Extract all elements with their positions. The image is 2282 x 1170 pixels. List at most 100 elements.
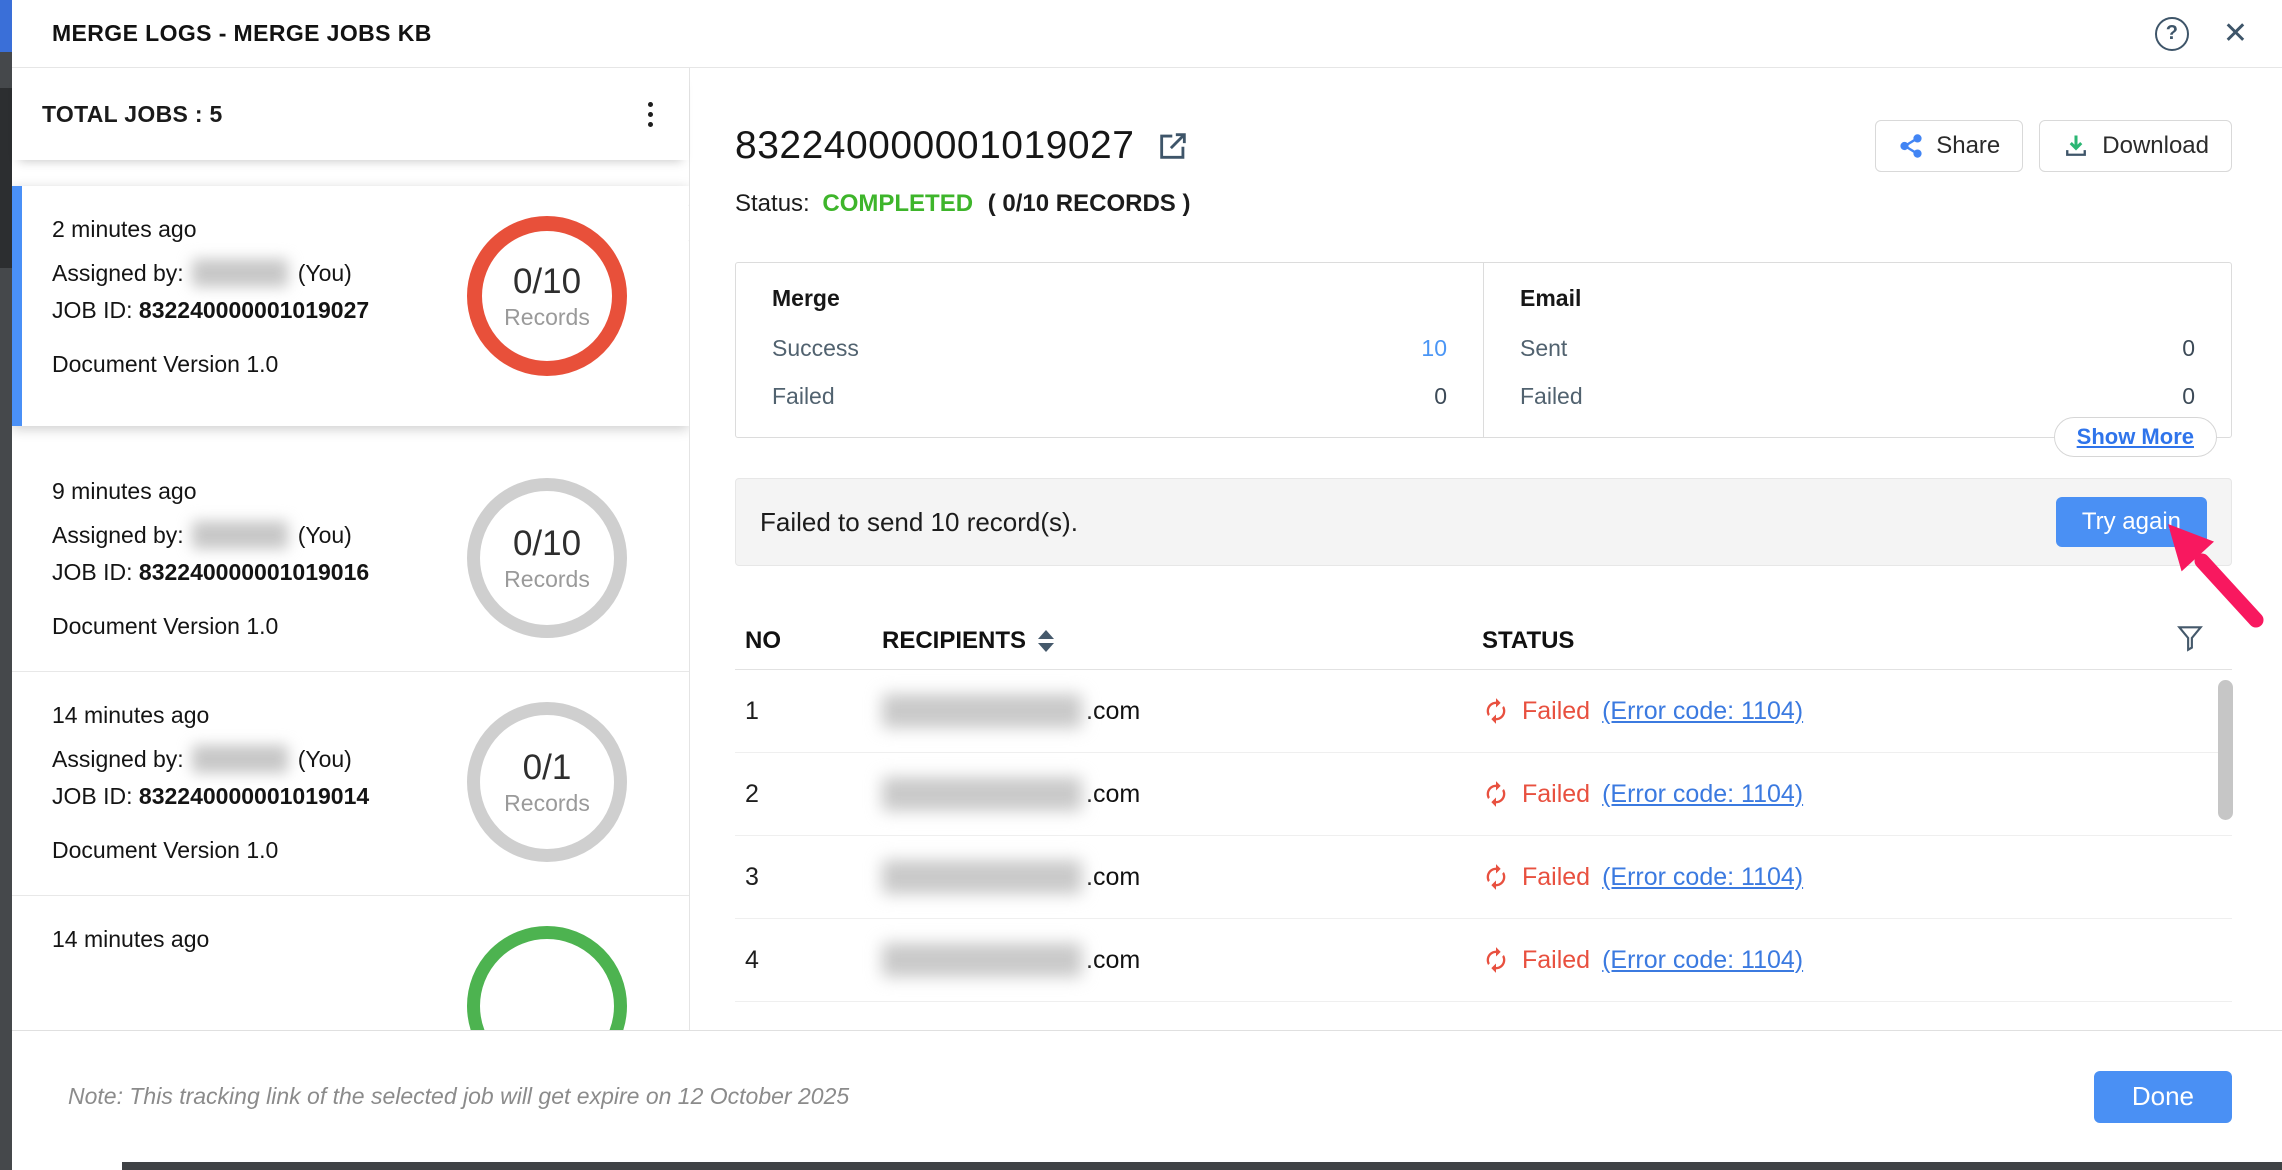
- error-code-link[interactable]: (Error code: 1104): [1602, 697, 1803, 726]
- table-row: 3 .com Failed (Error code: 1104): [735, 836, 2232, 919]
- job-assigned-line: Assigned by:(You): [52, 517, 439, 554]
- document-version: Document Version 1.0: [52, 351, 439, 378]
- row-status: Failed (Error code: 1104): [1482, 863, 2232, 892]
- retry-refresh-icon[interactable]: [1482, 697, 1510, 725]
- job-card[interactable]: 14 minutes ago Assigned by:(You) JOB ID:…: [12, 672, 689, 896]
- job-id-value: 832240000001019016: [139, 559, 369, 585]
- table-row: 2 .com Failed (Error code: 1104): [735, 753, 2232, 836]
- failed-alert-bar: Failed to send 10 record(s). Try again: [735, 478, 2232, 566]
- job-id-line: JOB ID: 832240000001019016: [52, 554, 439, 591]
- failed-status-text: Failed: [1522, 863, 1590, 892]
- summary-row: Sent 0: [1520, 324, 2195, 372]
- show-more-link[interactable]: Show More: [2054, 417, 2217, 457]
- records-label: Records: [504, 304, 590, 331]
- try-again-button[interactable]: Try again: [2056, 497, 2207, 547]
- recipients-table-body: 1 .com Failed (Error code: 1104) 2 .com: [735, 670, 2232, 1002]
- summary-row-value: 10: [1421, 324, 1447, 372]
- job-assigned-line: [52, 965, 439, 1002]
- share-button[interactable]: Share: [1875, 120, 2023, 172]
- background-strip-blue: [0, 0, 12, 52]
- close-icon[interactable]: ✕: [2223, 19, 2248, 49]
- sort-icon[interactable]: [1038, 630, 1054, 652]
- redacted-email: [882, 777, 1082, 811]
- summary-row-label: Failed: [772, 372, 835, 420]
- job-card[interactable]: 9 minutes ago Assigned by:(You) JOB ID: …: [12, 448, 689, 672]
- summary-row-label: Success: [772, 324, 859, 372]
- email-visible-suffix: .com: [1086, 946, 1140, 975]
- redacted-name: [192, 259, 288, 287]
- error-code-link[interactable]: (Error code: 1104): [1602, 863, 1803, 892]
- background-app-strip: [0, 0, 12, 1170]
- help-icon[interactable]: ?: [2155, 17, 2189, 51]
- email-summary: Email Sent 0 Failed 0: [1484, 263, 2231, 437]
- column-recipients-label: RECIPIENTS: [882, 627, 1026, 655]
- summary-row: Failed 0: [772, 372, 1447, 420]
- email-visible-suffix: .com: [1086, 863, 1140, 892]
- redacted-email: [882, 694, 1082, 728]
- filter-icon[interactable]: [2174, 622, 2206, 659]
- sidebar-header: TOTAL JOBS : 5: [12, 68, 689, 160]
- jobs-sidebar: TOTAL JOBS : 5 2 minutes ago Assigned by…: [12, 68, 690, 1030]
- download-icon: [2062, 132, 2090, 160]
- summary-row: Success 10: [772, 324, 1447, 372]
- summary-row-value: 0: [2182, 324, 2195, 372]
- job-id-label: JOB ID:: [52, 783, 133, 809]
- job-id-label: JOB ID:: [52, 297, 133, 323]
- table-row: 4 .com Failed (Error code: 1104): [735, 919, 2232, 1002]
- detail-title-row: 832240000001019027: [735, 118, 2232, 174]
- job-time: 9 minutes ago: [52, 478, 439, 505]
- job-time: 14 minutes ago: [52, 926, 439, 953]
- records-count: 0/1: [523, 748, 572, 788]
- job-card[interactable]: 14 minutes ago: [12, 896, 689, 1030]
- assigned-by-label: Assigned by:: [52, 522, 184, 548]
- job-card[interactable]: 2 minutes ago Assigned by:(You) JOB ID: …: [12, 186, 689, 426]
- records-label: Records: [504, 566, 590, 593]
- retry-refresh-icon[interactable]: [1482, 780, 1510, 808]
- bottom-white-notch: [12, 1162, 122, 1170]
- share-button-label: Share: [1936, 132, 2000, 160]
- external-link-icon[interactable]: [1156, 129, 1190, 163]
- kebab-menu-icon[interactable]: [642, 96, 659, 133]
- row-number: 2: [745, 780, 882, 809]
- records-progress-ring: 0/1 Records: [467, 702, 627, 862]
- job-assigned-line: Assigned by:(You): [52, 741, 439, 778]
- records-progress-ring: 0/10 Records: [467, 216, 627, 376]
- modal-body: TOTAL JOBS : 5 2 minutes ago Assigned by…: [12, 68, 2282, 1030]
- row-recipient: .com: [882, 777, 1482, 811]
- assigned-by-label: Assigned by:: [52, 260, 184, 286]
- row-number: 3: [745, 863, 882, 892]
- summary-row: Failed 0: [1520, 372, 2195, 420]
- summary-row-label: Sent: [1520, 324, 1567, 372]
- merge-summary-rows: Success 10 Failed 0: [772, 324, 1447, 420]
- screen: MERGE LOGS - MERGE JOBS KB ? ✕ TOTAL JOB…: [0, 0, 2282, 1170]
- redacted-name: [192, 745, 288, 773]
- row-recipient: .com: [882, 694, 1482, 728]
- done-button[interactable]: Done: [2094, 1071, 2232, 1123]
- row-status: Failed (Error code: 1104): [1482, 697, 2232, 726]
- selected-card-notch: [671, 205, 689, 242]
- download-button-label: Download: [2102, 132, 2209, 160]
- failed-status-text: Failed: [1522, 780, 1590, 809]
- summary-panel: Merge Success 10 Failed 0 Email Sent 0 F…: [735, 262, 2232, 438]
- error-code-link[interactable]: (Error code: 1104): [1602, 946, 1803, 975]
- modal-footer: Note: This tracking link of the selected…: [12, 1030, 2282, 1162]
- retry-refresh-icon[interactable]: [1482, 946, 1510, 974]
- share-icon: [1898, 133, 1924, 159]
- email-visible-suffix: .com: [1086, 780, 1140, 809]
- retry-refresh-icon[interactable]: [1482, 863, 1510, 891]
- status-line: Status: COMPLETED ( 0/10 RECORDS ): [735, 190, 2232, 218]
- row-number: 4: [745, 946, 882, 975]
- total-jobs-label: TOTAL JOBS : 5: [42, 101, 223, 128]
- download-button[interactable]: Download: [2039, 120, 2232, 172]
- job-time: 14 minutes ago: [52, 702, 439, 729]
- error-code-link[interactable]: (Error code: 1104): [1602, 780, 1803, 809]
- email-summary-rows: Sent 0 Failed 0: [1520, 324, 2195, 420]
- table-scrollbar-thumb[interactable]: [2218, 680, 2233, 820]
- records-count: 0/10: [513, 524, 581, 564]
- merge-logs-modal: MERGE LOGS - MERGE JOBS KB ? ✕ TOTAL JOB…: [12, 0, 2282, 1162]
- row-recipient: .com: [882, 860, 1482, 894]
- redacted-name: [192, 521, 288, 549]
- assigned-you-suffix: (You): [298, 260, 352, 286]
- records-progress-ring: [467, 926, 627, 1030]
- summary-row-value: 0: [2182, 372, 2195, 420]
